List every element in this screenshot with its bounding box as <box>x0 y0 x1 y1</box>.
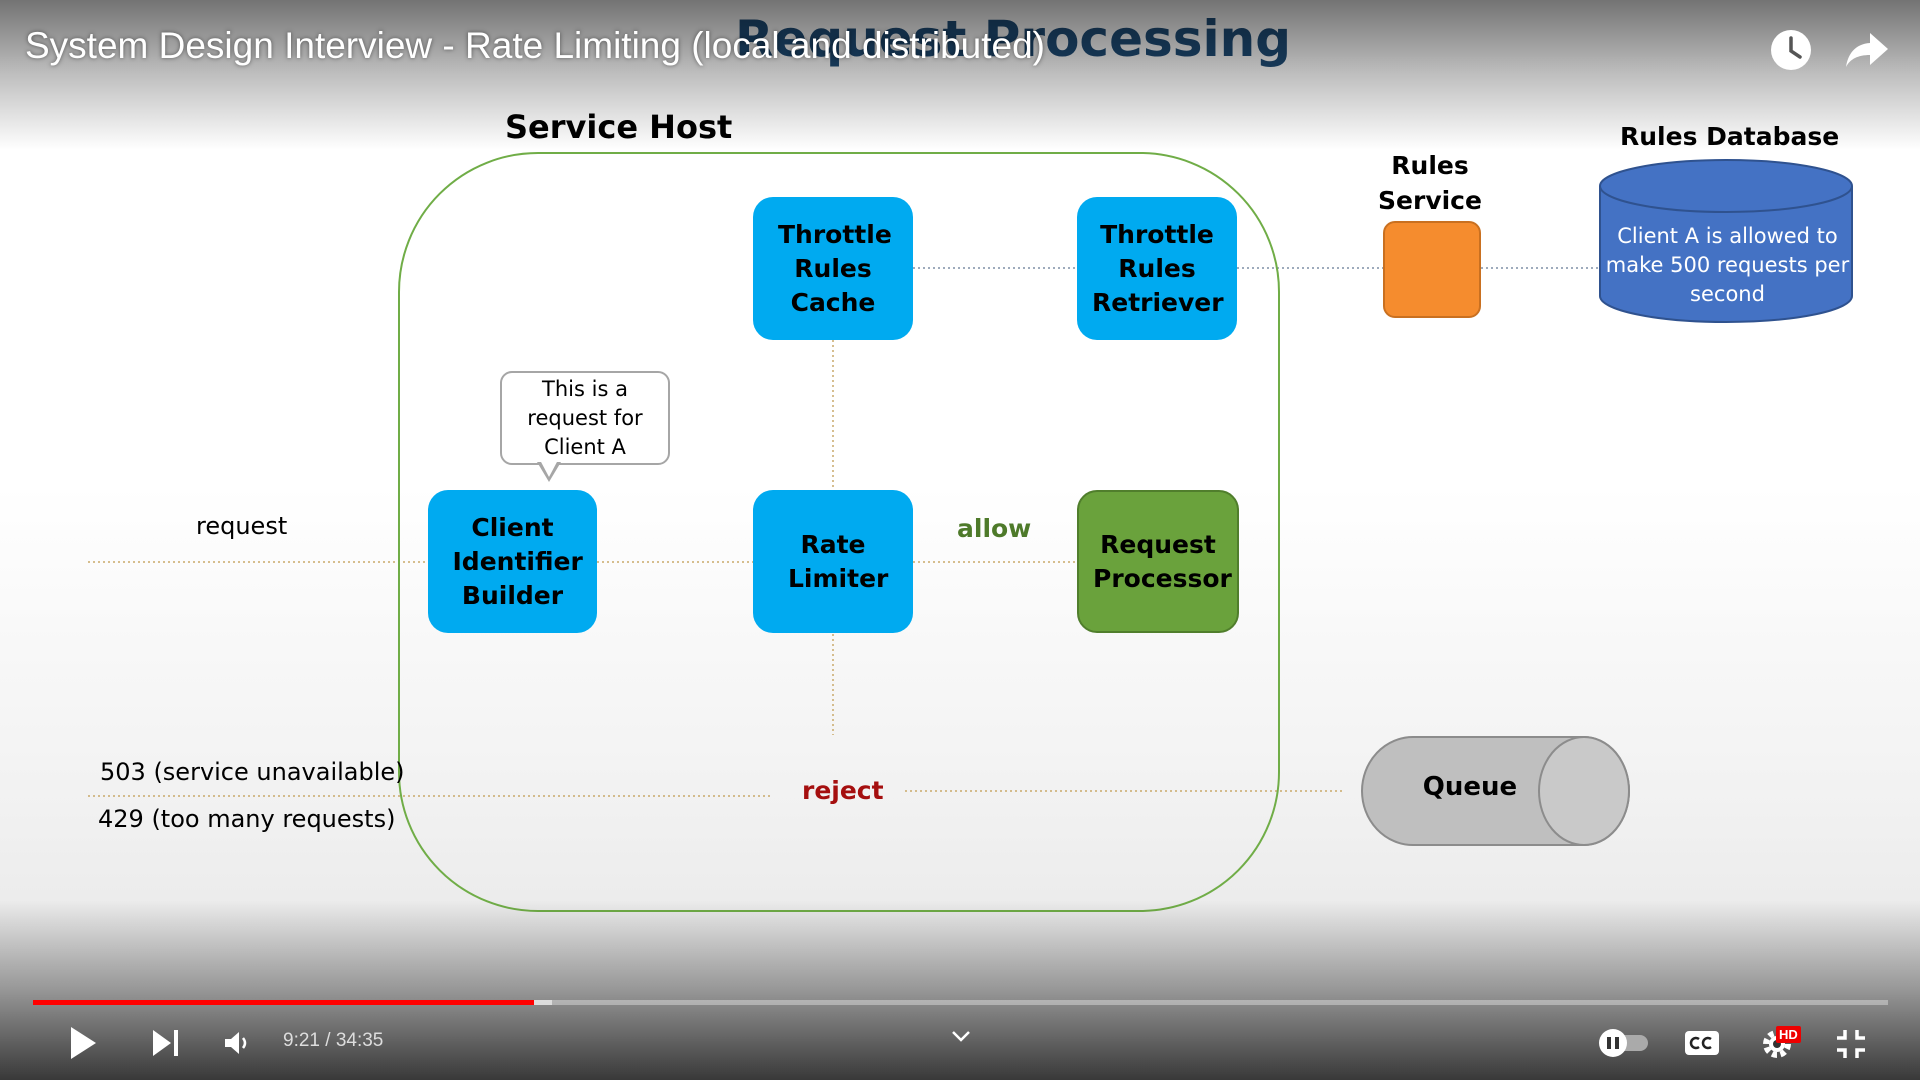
time-separator: / <box>319 1030 336 1051</box>
throttle-rules-retriever-box: Throttle Rules Retriever <box>1077 197 1237 340</box>
request-processor-box: Request Processor <box>1077 490 1239 633</box>
share-arrow-icon <box>1846 33 1888 67</box>
throttle-rules-cache-label: Throttle Rules Cache <box>778 219 892 317</box>
time-display: 9:21 / 34:35 <box>283 1030 383 1052</box>
chevron-down-icon <box>952 1031 970 1042</box>
time-total: 34:35 <box>335 1030 384 1051</box>
throttle-rules-cache-box: Throttle Rules Cache <box>753 197 913 340</box>
rate-limiter-box: Rate Limiter <box>753 490 913 633</box>
next-button[interactable] <box>142 1022 188 1064</box>
volume-icon <box>225 1032 247 1054</box>
autoplay-toggle[interactable] <box>1592 1024 1656 1062</box>
speech-bubble-text: This is a request for Client A <box>527 376 643 459</box>
video-title[interactable]: System Design Interview - Rate Limiting … <box>25 25 1045 67</box>
status-503-label: 503 (service unavailable) <box>100 758 405 786</box>
rules-service-label: Rules Service <box>1378 151 1482 215</box>
rules-service-box <box>1383 221 1481 318</box>
volume-button[interactable] <box>215 1022 259 1064</box>
allow-label: allow <box>957 514 1032 543</box>
client-identifier-builder-box: Client Identifier Builder <box>428 490 597 633</box>
progress-played <box>33 1000 534 1005</box>
watch-later-button[interactable] <box>1768 27 1814 73</box>
rate-limiter-label: Rate Limiter <box>788 529 889 593</box>
time-current: 9:21 <box>283 1030 320 1051</box>
captions-button[interactable] <box>1682 1024 1722 1062</box>
client-identifier-builder-label: Client Identifier Builder <box>452 512 583 610</box>
throttle-rules-retriever-label: Throttle Rules Retriever <box>1092 219 1224 317</box>
share-button[interactable] <box>1842 27 1892 73</box>
exit-fullscreen-icon <box>1837 1030 1865 1058</box>
next-icon <box>153 1030 178 1056</box>
slide: Request Processing Service Host Throttle… <box>0 0 1920 1080</box>
expand-button[interactable] <box>944 1024 978 1048</box>
speech-bubble-tail-inner <box>540 460 558 477</box>
hd-badge: HD <box>1776 1026 1801 1043</box>
exit-fullscreen-button[interactable] <box>1830 1024 1872 1064</box>
cc-icon <box>1685 1031 1719 1055</box>
play-icon <box>71 1027 96 1059</box>
speech-bubble: This is a request for Client A <box>500 371 670 465</box>
clock-icon <box>1771 30 1811 70</box>
progress-bar[interactable] <box>33 1000 1888 1005</box>
rules-database-text: Client A is allowed to make 500 requests… <box>1605 224 1850 306</box>
play-button[interactable] <box>58 1020 106 1066</box>
rules-database-label: Rules Database <box>1620 122 1840 151</box>
service-host-label: Service Host <box>505 108 733 146</box>
queue-label: Queue <box>1422 772 1518 802</box>
request-label: request <box>196 512 288 540</box>
autoplay-toggle-icon <box>1599 1029 1648 1057</box>
status-429-label: 429 (too many requests) <box>98 805 396 833</box>
request-processor-label: Request Processor <box>1093 529 1232 593</box>
reject-label: reject <box>802 776 884 805</box>
